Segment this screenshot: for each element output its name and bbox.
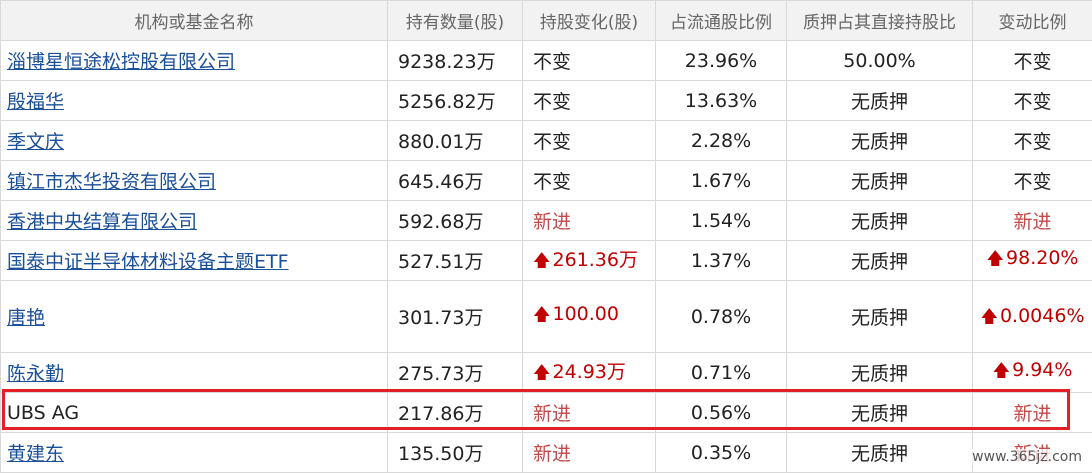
change-value: 100.00 xyxy=(552,303,618,325)
table-row: UBS AG 217.86万 新进 0.56% 无质押 新进 xyxy=(1,393,1092,433)
header-vary: 变动比例 xyxy=(973,1,1092,41)
holder-name: UBS AG xyxy=(7,402,79,424)
ratio-value: 13.63% xyxy=(656,81,787,121)
ratio-value: 1.54% xyxy=(656,201,787,241)
table-header-row: 机构或基金名称 持有数量(股) 持股变化(股) 占流通股比例 质押占其直接持股比… xyxy=(1,1,1092,41)
holder-name-link[interactable]: 黄建东 xyxy=(7,443,64,465)
vary-value: 不变 xyxy=(973,41,1092,81)
change-value: 新进 xyxy=(523,393,656,433)
vary-value: 98.20% xyxy=(1006,247,1078,269)
header-pledge: 质押占其直接持股比 xyxy=(787,1,973,41)
pledge-value: 无质押 xyxy=(787,281,973,353)
shareholders-table: 机构或基金名称 持有数量(股) 持股变化(股) 占流通股比例 质押占其直接持股比… xyxy=(0,0,1092,473)
header-holding: 持有数量(股) xyxy=(388,1,523,41)
arrow-up-icon: 🡅 xyxy=(533,251,550,271)
pledge-value: 无质押 xyxy=(787,433,973,473)
holding-value: 5256.82万 xyxy=(388,81,523,121)
vary-value: 不变 xyxy=(973,161,1092,201)
table-row: 黄建东 135.50万 新进 0.35% 无质押 新进 xyxy=(1,433,1092,473)
pledge-value: 无质押 xyxy=(787,241,973,281)
change-value: 不变 xyxy=(523,41,656,81)
vary-value: 9.94% xyxy=(1012,359,1072,381)
holding-value: 275.73万 xyxy=(388,353,523,393)
ratio-value: 1.37% xyxy=(656,241,787,281)
table-row: 国泰中证半导体材料设备主题ETF 527.51万 🡅261.36万 1.37% … xyxy=(1,241,1092,281)
arrow-up-icon: 🡅 xyxy=(533,305,550,325)
ratio-value: 23.96% xyxy=(656,41,787,81)
vary-value: 新进 xyxy=(973,393,1092,433)
holding-value: 135.50万 xyxy=(388,433,523,473)
ratio-value: 0.71% xyxy=(656,353,787,393)
pledge-value: 无质押 xyxy=(787,161,973,201)
pledge-value: 无质押 xyxy=(787,353,973,393)
vary-value: 不变 xyxy=(973,121,1092,161)
pledge-value: 无质押 xyxy=(787,393,973,433)
holder-name-link[interactable]: 淄博星恒途松控股有限公司 xyxy=(7,51,235,73)
change-value: 24.93万 xyxy=(552,361,625,383)
holding-value: 9238.23万 xyxy=(388,41,523,81)
header-name: 机构或基金名称 xyxy=(1,1,388,41)
change-value: 不变 xyxy=(523,161,656,201)
ratio-value: 0.35% xyxy=(656,433,787,473)
table-row: 唐艳 301.73万 🡅100.00 0.78% 无质押 🡅0.0046% xyxy=(1,281,1092,353)
table-row: 香港中央结算有限公司 592.68万 新进 1.54% 无质押 新进 xyxy=(1,201,1092,241)
holder-name-link[interactable]: 季文庆 xyxy=(7,131,64,153)
holder-name-link[interactable]: 殷福华 xyxy=(7,91,64,113)
change-value: 新进 xyxy=(523,201,656,241)
ratio-value: 0.78% xyxy=(656,281,787,353)
holder-name-link[interactable]: 国泰中证半导体材料设备主题ETF xyxy=(7,251,289,273)
vary-value: 新进 xyxy=(973,201,1092,241)
header-ratio: 占流通股比例 xyxy=(656,1,787,41)
pledge-value: 无质押 xyxy=(787,121,973,161)
holding-value: 645.46万 xyxy=(388,161,523,201)
ratio-value: 1.67% xyxy=(656,161,787,201)
table-row: 季文庆 880.01万 不变 2.28% 无质押 不变 xyxy=(1,121,1092,161)
holding-value: 527.51万 xyxy=(388,241,523,281)
ratio-value: 2.28% xyxy=(656,121,787,161)
holding-value: 217.86万 xyxy=(388,393,523,433)
watermark: www.365jz.com xyxy=(970,449,1084,465)
change-value: 261.36万 xyxy=(552,249,637,271)
vary-value: 不变 xyxy=(973,81,1092,121)
table-row: 淄博星恒途松控股有限公司 9238.23万 不变 23.96% 50.00% 不… xyxy=(1,41,1092,81)
table-row: 陈永勤 275.73万 🡅24.93万 0.71% 无质押 🡅9.94% xyxy=(1,353,1092,393)
pledge-value: 50.00% xyxy=(787,41,973,81)
change-value: 新进 xyxy=(523,433,656,473)
holding-value: 880.01万 xyxy=(388,121,523,161)
holding-value: 592.68万 xyxy=(388,201,523,241)
holding-value: 301.73万 xyxy=(388,281,523,353)
arrow-up-icon: 🡅 xyxy=(533,363,550,383)
table-body: 淄博星恒途松控股有限公司 9238.23万 不变 23.96% 50.00% 不… xyxy=(1,41,1092,473)
holder-name-link[interactable]: 唐艳 xyxy=(7,307,45,329)
header-change: 持股变化(股) xyxy=(523,1,656,41)
holder-name-link[interactable]: 陈永勤 xyxy=(7,363,64,385)
change-value: 不变 xyxy=(523,81,656,121)
table-row: 殷福华 5256.82万 不变 13.63% 无质押 不变 xyxy=(1,81,1092,121)
pledge-value: 无质押 xyxy=(787,81,973,121)
table-row: 镇江市杰华投资有限公司 645.46万 不变 1.67% 无质押 不变 xyxy=(1,161,1092,201)
holder-name-link[interactable]: 香港中央结算有限公司 xyxy=(7,211,197,233)
ratio-value: 0.56% xyxy=(656,393,787,433)
change-value: 不变 xyxy=(523,121,656,161)
holder-name-link[interactable]: 镇江市杰华投资有限公司 xyxy=(7,171,216,193)
vary-value: 0.0046% xyxy=(1000,305,1085,327)
arrow-up-icon: 🡅 xyxy=(980,307,997,327)
arrow-up-icon: 🡅 xyxy=(987,249,1004,269)
arrow-up-icon: 🡅 xyxy=(993,361,1010,381)
pledge-value: 无质押 xyxy=(787,201,973,241)
